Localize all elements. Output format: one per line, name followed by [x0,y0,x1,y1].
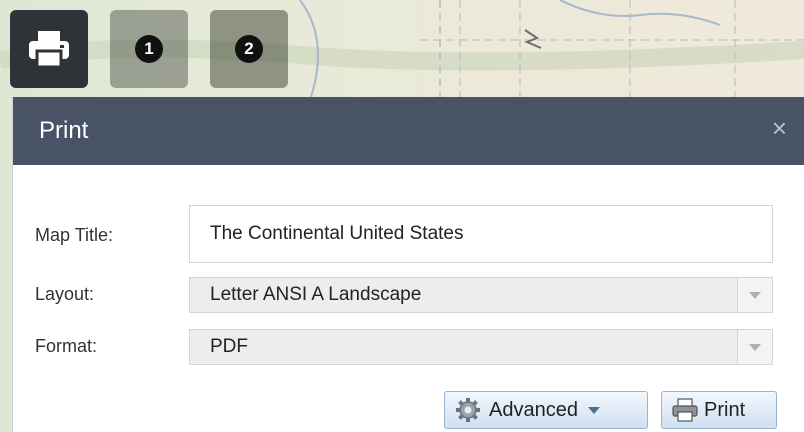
bookmark-2-badge: 2 [235,35,263,63]
format-select[interactable]: PDF [189,329,773,365]
print-panel: Print × Map Title: The Continental Unite… [12,97,804,432]
format-select-value: PDF [210,336,248,357]
layout-select-value: Letter ANSI A Landscape [210,284,422,305]
printer-icon [672,398,698,422]
layout-label: Layout: [35,284,95,304]
format-label: Format: [35,336,98,356]
print-button-label: Print [704,398,746,421]
bookmark-1-button[interactable]: 1 [110,10,188,88]
map-title-label: Map Title: [35,225,114,245]
chevron-down-icon[interactable] [737,278,772,312]
panel-title: Print [39,117,89,144]
bookmark-2-button[interactable]: 2 [210,10,288,88]
map-title-input[interactable]: The Continental United States [189,205,773,263]
printer-icon [29,31,69,69]
bookmark-1-badge: 1 [135,35,163,63]
print-tool-button[interactable] [10,10,88,88]
gear-icon [456,398,480,422]
print-button[interactable]: Print [661,391,777,429]
layout-select[interactable]: Letter ANSI A Landscape [189,277,773,313]
close-icon[interactable]: × [772,115,787,141]
advanced-button-label: Advanced [489,398,578,421]
chevron-down-icon[interactable] [737,330,772,364]
chevron-down-icon [587,406,600,414]
advanced-button[interactable]: Advanced [444,391,648,429]
panel-header: Print × [13,97,804,165]
